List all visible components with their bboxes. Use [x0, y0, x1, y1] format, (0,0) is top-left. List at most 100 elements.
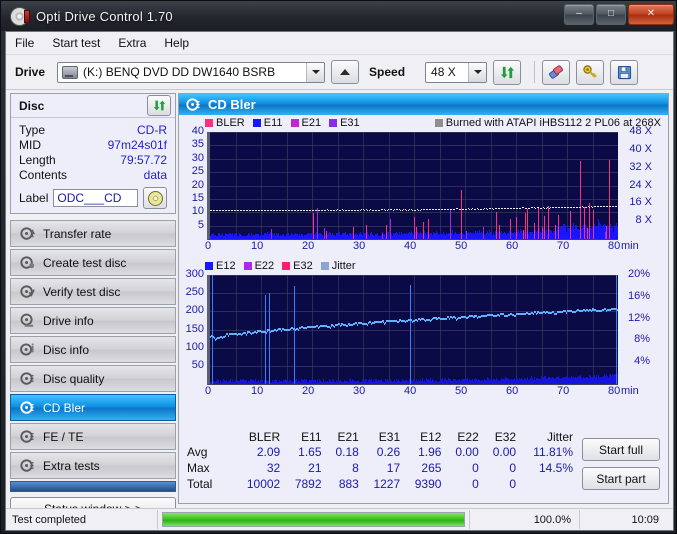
chevron-down-icon[interactable] [468, 62, 487, 82]
cd-icon [147, 190, 163, 206]
disc-refresh-button[interactable] [147, 95, 171, 116]
chart1-legend: BLER E11 E21 E31 Burned with ATAPI iHBS1… [179, 115, 668, 130]
erase-button[interactable] [542, 59, 571, 85]
disc-row-length: Length 79:57.72 [19, 153, 167, 168]
chart-jitter-xunit: min [621, 385, 639, 397]
disc-check-icon [20, 285, 35, 298]
key-button[interactable] [576, 59, 605, 85]
stats-cell: 32 [266, 461, 281, 475]
maximize-button[interactable]: □ [596, 4, 626, 25]
minimize-button[interactable]: – [564, 4, 594, 25]
stats-cell: 0.00 [455, 445, 479, 459]
chart-jitter-xtick: 20 [302, 385, 315, 397]
status-message: Test completed [6, 510, 158, 529]
chart-bler-xtick: 20 [302, 240, 315, 252]
sidebar-item-transfer-rate[interactable]: Transfer rate [10, 220, 176, 247]
sidebar-item-verify-test-disc[interactable]: Verify test disc [10, 278, 176, 305]
speed-select[interactable]: 48 X [425, 61, 488, 83]
chart-jitter-xtick: 80 [608, 385, 621, 397]
chart-jitter-ytick: 50 [191, 359, 204, 371]
page-title: CD Bler [208, 97, 256, 112]
menu-item-help[interactable]: Help [164, 36, 189, 50]
disc-label-key: Label [19, 191, 49, 205]
legend-item-e22: E22 [243, 260, 274, 272]
sidebar-item-label: Verify test disc [43, 284, 121, 299]
save-icon [617, 65, 631, 79]
chart-jitter-xtick: 70 [557, 385, 570, 397]
chart-jitter-plot [207, 275, 618, 385]
disc-icon [10, 6, 30, 26]
stats-cell: 17 [386, 461, 401, 475]
stats-cell: 1227 [373, 477, 401, 491]
refresh-icon [500, 66, 514, 78]
sidebar-item-label: Disc info [43, 342, 90, 357]
close-button[interactable]: ✕ [628, 4, 674, 25]
stats-cell [520, 476, 577, 492]
table-row: Avg 2.09 1.65 0.18 0.26 1.96 0.00 0.00 1… [185, 444, 577, 460]
status-bar: Test completed 100.0% 10:09 [6, 508, 673, 530]
menu-item-extra[interactable]: Extra [118, 36, 146, 50]
elapsed-time: 10:09 [631, 513, 659, 526]
legend-item-bler: BLER [205, 117, 245, 129]
save-button[interactable] [610, 59, 639, 85]
chart2-legend: E12 E22 E32 Jitter [179, 258, 668, 273]
menu-item-start-test[interactable]: Start test [52, 36, 100, 50]
disc-key-type: Type [19, 123, 46, 137]
menu-item-file[interactable]: File [15, 36, 34, 50]
sidebar-item-disc-info[interactable]: Disc info [10, 336, 176, 363]
progress-percent: 100.0% [470, 510, 580, 529]
stats-cell: 0 [472, 461, 479, 475]
start-full-button[interactable]: Start full [582, 438, 660, 461]
menu-bar: File Start test Extra Help [6, 32, 673, 55]
refresh-button[interactable] [493, 59, 522, 85]
burned-swatch [434, 118, 443, 127]
drive-select[interactable]: (K:) BENQ DVD DD DW1640 BSRB [57, 61, 326, 83]
stats-cell: 265 [421, 461, 442, 475]
disc-write-icon [20, 256, 35, 269]
disc-value-type: CD-R [137, 123, 167, 137]
sidebar-item-drive-info[interactable]: Drive info [10, 307, 176, 334]
stats-col-e22: E22 [457, 430, 479, 444]
sidebar-item-extra-tests[interactable]: Extra tests [10, 452, 176, 479]
chart-jitter-ytick: 250 [185, 286, 204, 298]
legend-swatch [320, 261, 329, 270]
drive-select-value: (K:) BENQ DVD DD DW1640 BSRB [83, 65, 276, 79]
chart-bler-ytick-right: 8 X [635, 214, 652, 226]
legend-item-jitter: Jitter [320, 260, 356, 272]
sidebar-item-label: FE / TE [43, 429, 84, 444]
disc-value-mid: 97m24s01f [107, 138, 167, 152]
cd-bler-icon [20, 401, 34, 414]
disc-header-label: Disc [19, 98, 45, 113]
stats-cell: 0 [509, 461, 517, 475]
stats-cell: 14.5% [538, 461, 573, 475]
legend-label: E21 [301, 116, 322, 129]
disc-label-button[interactable] [143, 187, 167, 209]
sidebar-item-fe-te[interactable]: FE / TE [10, 423, 176, 450]
sidebar-item-cd-bler[interactable]: CD Bler [10, 394, 176, 421]
chart-bler-ytick: 25 [191, 165, 204, 177]
chart-bler-ytick-right: 40 X [629, 143, 652, 155]
chevron-down-icon[interactable] [306, 62, 325, 82]
stats-cell: 2.09 [256, 445, 281, 459]
chart-bler-xtick: 30 [353, 240, 366, 252]
disc-label-input[interactable]: ODC___CD [53, 189, 138, 207]
extra-tests-icon [20, 459, 34, 472]
eject-button[interactable] [331, 60, 360, 84]
progress-cell [158, 510, 470, 529]
chart-jitter-ytick: 100 [185, 341, 204, 353]
chart-bler-xtick: 70 [557, 240, 570, 252]
chart-jitter-ytick: 300 [185, 268, 204, 280]
start-part-button[interactable]: Start part [582, 467, 660, 490]
sidebar-item-disc-quality[interactable]: Disc quality [10, 365, 176, 392]
speed-select-value: 48 X [431, 65, 456, 79]
left-panel: Disc Type CD-R MID 97m24s01f Length 79:5… [10, 93, 176, 521]
legend-swatch [205, 261, 213, 270]
chart-bler-area: 5 10 15 20 25 30 35 40 8 X 16 X 24 X 32 X 40 X 48 X … [183, 125, 664, 258]
sidebar-item-create-test-disc[interactable]: Create test disc [10, 249, 176, 276]
chart-bler-ytick-right: 32 X [629, 161, 652, 173]
action-buttons: Start full Start part [582, 438, 660, 496]
chart-bler-ytick: 20 [191, 179, 204, 191]
chart-bler-ytick: 30 [191, 152, 204, 164]
disc-info-icon [20, 343, 34, 356]
legend-swatch [290, 118, 299, 127]
